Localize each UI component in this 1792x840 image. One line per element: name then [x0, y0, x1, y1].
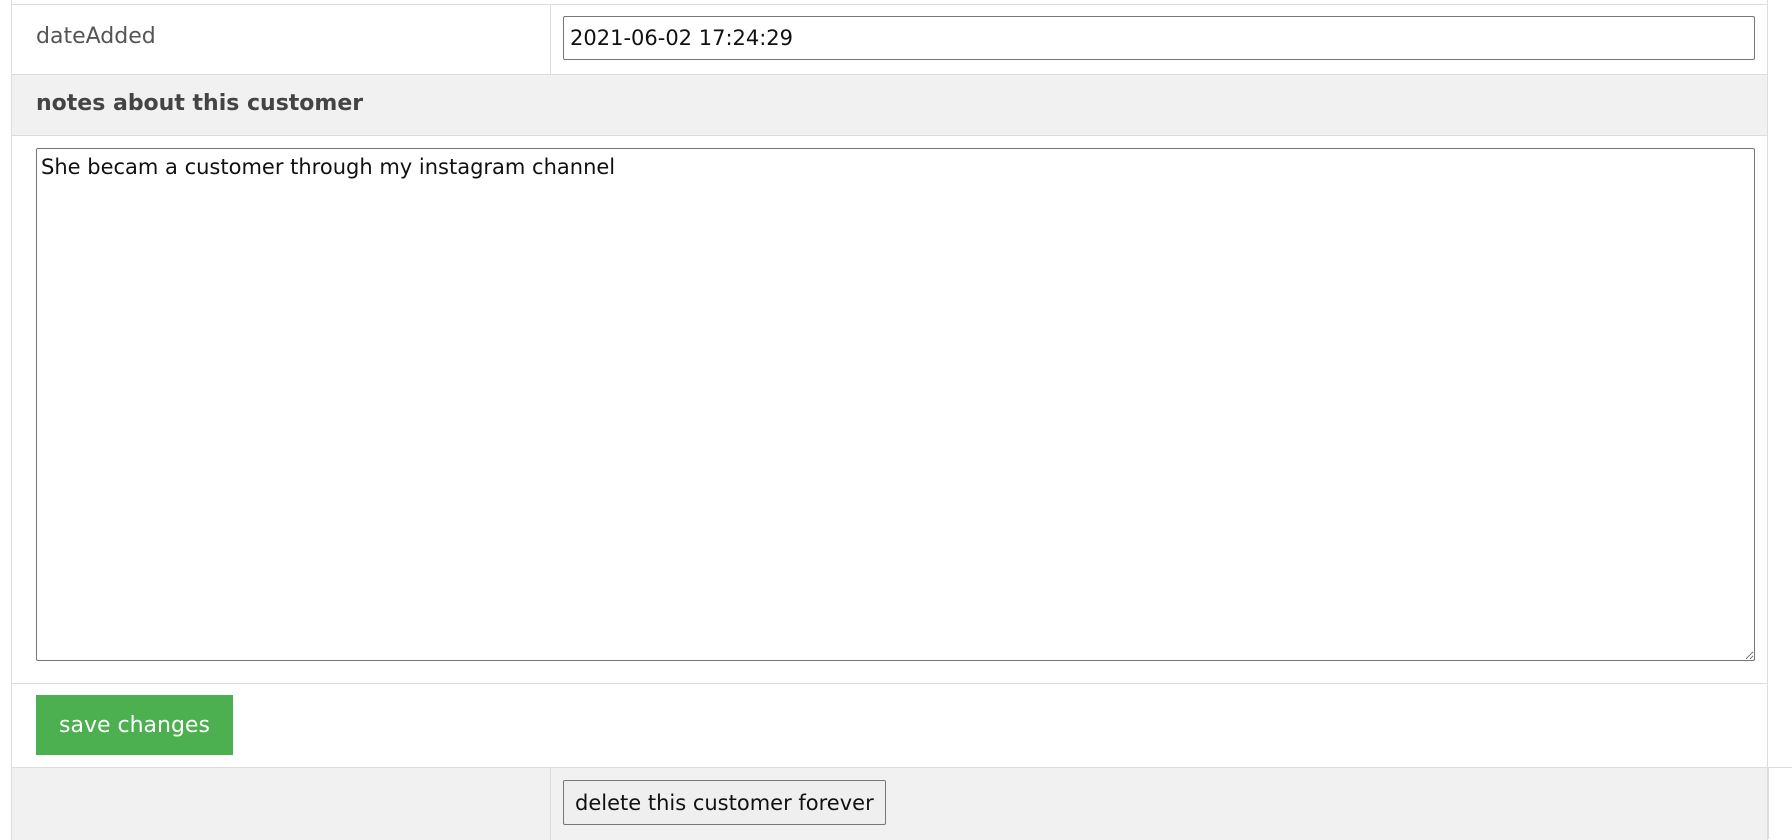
date-added-cell	[551, 5, 1767, 74]
delete-row-blank-cell	[12, 768, 551, 840]
save-changes-button[interactable]: save changes	[36, 695, 233, 755]
date-added-label: dateAdded	[12, 5, 551, 74]
date-added-row: dateAdded	[12, 5, 1767, 75]
notes-row: She becam a customer through my instagra…	[12, 136, 1767, 684]
save-row: save changes	[12, 684, 1792, 768]
delete-row: delete this customer forever	[12, 768, 1767, 840]
delete-customer-button[interactable]: delete this customer forever	[563, 780, 886, 825]
right-gutter-divider	[1768, 768, 1792, 839]
customer-edit-form: dateAdded notes about this customer She …	[11, 0, 1792, 840]
notes-heading: notes about this customer	[12, 75, 1767, 136]
date-added-input[interactable]	[563, 16, 1755, 60]
notes-textarea[interactable]: She becam a customer through my instagra…	[36, 148, 1755, 661]
delete-row-action-cell: delete this customer forever	[551, 768, 1767, 840]
